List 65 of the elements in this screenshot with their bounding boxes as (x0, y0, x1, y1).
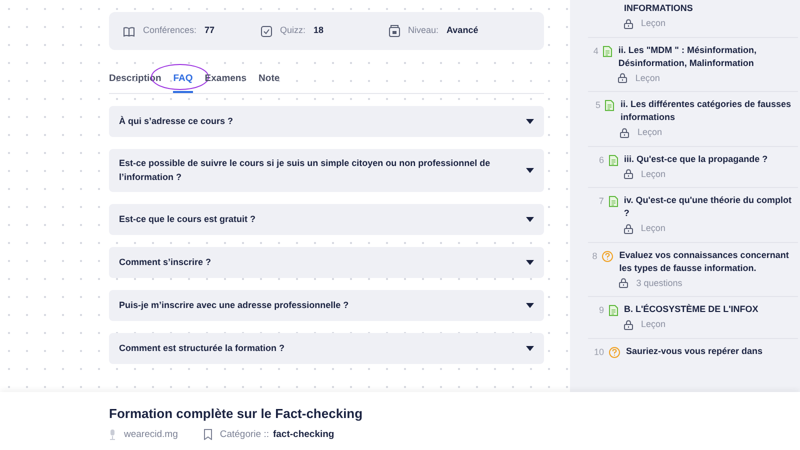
stat-label: Conférences: (143, 24, 197, 38)
faq-item[interactable]: Comment est structurée la formation ? (109, 333, 544, 364)
lesson-meta: Leçon (641, 17, 666, 30)
stat-value: Avancé (446, 24, 478, 38)
item-number: 4 (592, 44, 598, 58)
tab[interactable]: FAQ (173, 72, 193, 93)
lesson-meta: Leçon (635, 72, 660, 85)
document-icon (605, 100, 614, 111)
question-circle-icon (602, 250, 614, 262)
lesson-meta: Leçon (641, 318, 666, 331)
faq-item[interactable]: Comment s’inscrire ? (109, 247, 544, 278)
lesson-title[interactable]: INFORMATIONS (624, 2, 693, 15)
document-icon (609, 154, 618, 166)
lesson-meta: Leçon (641, 168, 666, 181)
caret-down-icon (526, 119, 534, 124)
category-label: Catégorie :: (220, 428, 269, 442)
lock-icon (624, 18, 633, 29)
lock-icon (619, 278, 628, 288)
faq-item[interactable]: Est-ce possible de suivre le cours si je suis un simple citoyen ou non professionnel de l’information ? (109, 149, 544, 192)
jar-icon (389, 25, 400, 37)
category-value[interactable]: fact-checking (272, 428, 334, 442)
item-number: 6 (598, 154, 604, 166)
item-number: 5 (594, 99, 600, 112)
lesson-meta: 3 questions (636, 276, 682, 290)
faq-item[interactable]: Puis-je m’inscrire avec une adresse professionnelle ? (109, 290, 544, 321)
lesson-title[interactable]: ii. Les "MDM " : Mésinformation, Désinformation, Malinformation (618, 44, 798, 70)
caret-down-icon (526, 168, 534, 173)
author-name: wearecid.mg (124, 428, 178, 442)
lesson-title[interactable]: Evaluez vos connaissances concernant les types de fausse information. (619, 248, 798, 274)
caret-down-icon (526, 217, 534, 222)
lock-icon (624, 169, 633, 180)
course-title: Formation complète sur le Fact-checking (109, 405, 364, 423)
lock-icon (620, 128, 630, 138)
item-number: 10 (592, 346, 604, 358)
faq-item[interactable]: Est-ce que le cours est gratuit ? (109, 204, 544, 235)
item-number: 7 (598, 195, 604, 208)
item-number: 9 (598, 304, 604, 317)
lesson-title[interactable]: iii. Qu'est-ce que la propagande ? (624, 152, 768, 166)
lesson-title[interactable]: ii. Les différentes catégories de fausses informations (620, 98, 798, 124)
lock-icon (624, 320, 633, 330)
checkbox-icon (261, 26, 272, 36)
tab[interactable]: Note (258, 72, 280, 93)
lesson-meta: Leçon (637, 126, 662, 139)
caret-down-icon (526, 260, 534, 265)
stat-label: Quizz: (280, 24, 306, 38)
item-number: 8 (591, 250, 598, 262)
question-circle-icon (609, 346, 620, 358)
faq-item[interactable]: À qui s’adresse ce cours ? (109, 106, 544, 137)
lock-icon (618, 73, 628, 84)
lock-icon (624, 224, 633, 234)
book-icon (123, 26, 135, 36)
microphone-icon (109, 429, 116, 440)
lesson-meta: Leçon (640, 222, 666, 235)
stat-label: Niveau: (408, 24, 439, 38)
lesson-title[interactable]: iv. Qu'est-ce qu'une théorie du complot ? (624, 194, 798, 220)
lesson-title[interactable]: B. L'ÉCOSYSTÈME DE L'INFOX (624, 303, 758, 316)
stat-value: 77 (204, 24, 215, 38)
document-icon (608, 196, 618, 207)
lesson-title[interactable]: Sauriez-vous vous repérer dans (626, 344, 763, 358)
stat-value: 18 (314, 24, 324, 38)
document-icon (603, 46, 612, 56)
caret-down-icon (526, 303, 534, 308)
caret-down-icon (526, 346, 534, 351)
bookmark-icon (204, 429, 212, 440)
document-icon (609, 305, 618, 316)
